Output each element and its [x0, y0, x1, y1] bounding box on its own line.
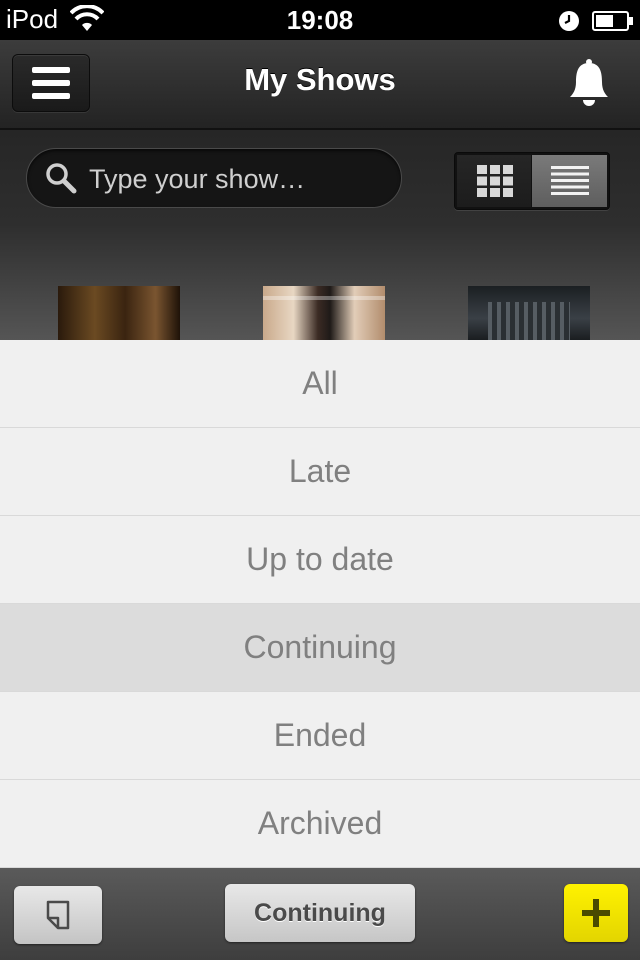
poster-decoration: [488, 302, 570, 340]
plus-icon: [582, 899, 610, 927]
search-field[interactable]: [26, 148, 402, 208]
filter-option-up-to-date[interactable]: Up to date: [0, 516, 640, 604]
filter-option-ended[interactable]: Ended: [0, 692, 640, 780]
page-icon: [46, 900, 70, 930]
notifications-button[interactable]: [562, 58, 616, 108]
filter-option-continuing[interactable]: Continuing: [0, 604, 640, 692]
show-poster-3[interactable]: [468, 286, 590, 340]
search-input[interactable]: [87, 157, 391, 201]
clock-icon: [558, 8, 580, 39]
status-bar: iPod 19:08: [0, 0, 640, 40]
add-show-button[interactable]: [564, 884, 628, 942]
bell-icon: [570, 59, 608, 106]
filter-menu: All Late Up to date Continuing Ended Arc…: [0, 340, 640, 868]
page-button[interactable]: [14, 886, 102, 944]
list-icon: [551, 166, 589, 195]
grid-icon: [477, 165, 513, 197]
app-screen: iPod 19:08 My Shows Type your show… All …: [0, 0, 640, 960]
search-area: [0, 130, 640, 340]
status-time: 19:08: [286, 5, 354, 35]
grid-view-button[interactable]: [457, 155, 531, 207]
view-toggle: [454, 152, 610, 210]
filter-option-archived[interactable]: Archived: [0, 780, 640, 868]
search-icon: [45, 162, 77, 199]
filter-button[interactable]: Continuing: [225, 884, 415, 942]
list-view-button[interactable]: [532, 155, 607, 207]
filter-option-all[interactable]: All: [0, 340, 640, 428]
show-poster-1[interactable]: [58, 286, 180, 340]
poster-decoration: [263, 296, 385, 300]
page-title: My Shows: [244, 62, 396, 97]
filter-option-late[interactable]: Late: [0, 428, 640, 516]
show-poster-2[interactable]: [263, 286, 385, 340]
bottom-toolbar: Continuing: [0, 868, 640, 960]
nav-bar: My Shows: [0, 40, 640, 130]
battery-icon: [592, 8, 634, 39]
